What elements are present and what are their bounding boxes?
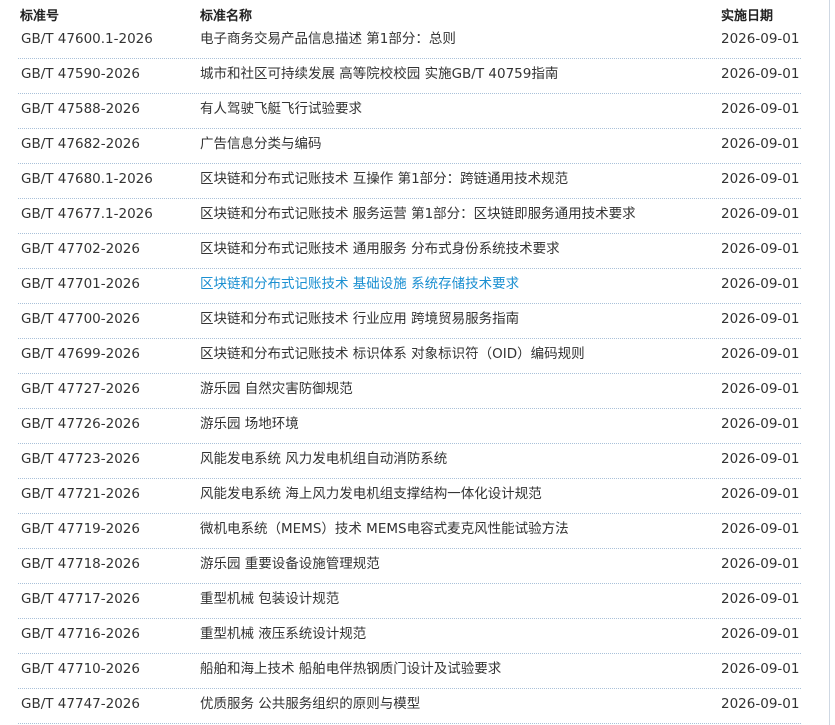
- effective-date: 2026-09-01: [721, 136, 800, 152]
- standard-code: GB/T 47677.1-2026: [21, 206, 153, 222]
- standard-code: GB/T 47588-2026: [21, 101, 140, 117]
- table-row: GB/T 47721-2026 风能发电系统 海上风力发电机组支撑结构一体化设计规…: [0, 479, 835, 514]
- effective-date: 2026-09-01: [721, 521, 800, 537]
- standards-table-body: GB/T 47600.1-2026 电子商务交易产品信息描述 第1部分：总则 202…: [0, 24, 835, 724]
- standard-name-link[interactable]: 区块链和分布式记账技术 服务运营 第1部分：区块链即服务通用技术要求: [200, 206, 636, 222]
- standard-name-link[interactable]: 电子商务交易产品信息描述 第1部分：总则: [200, 31, 456, 47]
- table-row: GB/T 47717-2026 重型机械 包装设计规范 2026-09-01: [0, 584, 835, 619]
- table-row: GB/T 47723-2026 风能发电系统 风力发电机组自动消防系统 2026-0…: [0, 444, 835, 479]
- standard-name-link[interactable]: 区块链和分布式记账技术 互操作 第1部分：跨链通用技术规范: [200, 171, 568, 187]
- standard-name-link[interactable]: 重型机械 液压系统设计规范: [200, 626, 366, 642]
- standard-name-link[interactable]: 城市和社区可持续发展 高等院校校园 实施GB/T 40759指南: [200, 66, 558, 82]
- effective-date: 2026-09-01: [721, 451, 800, 467]
- table-row: GB/T 47590-2026 城市和社区可持续发展 高等院校校园 实施GB/T …: [0, 59, 835, 94]
- effective-date: 2026-09-01: [721, 556, 800, 572]
- table-row: GB/T 47680.1-2026 区块链和分布式记账技术 互操作 第1部分：跨链…: [0, 164, 835, 199]
- effective-date: 2026-09-01: [721, 591, 800, 607]
- effective-date: 2026-09-01: [721, 101, 800, 117]
- header-effective-date: 实施日期: [721, 9, 774, 24]
- table-row: GB/T 47699-2026 区块链和分布式记账技术 标识体系 对象标识符（OI…: [0, 339, 835, 374]
- standard-name-link[interactable]: 风能发电系统 风力发电机组自动消防系统: [200, 451, 447, 467]
- standard-code: GB/T 47590-2026: [21, 66, 140, 82]
- standard-code: GB/T 47747-2026: [21, 696, 140, 712]
- standard-code: GB/T 47699-2026: [21, 346, 140, 362]
- standard-code: GB/T 47680.1-2026: [21, 171, 153, 187]
- standard-name-link[interactable]: 微机电系统（MEMS）技术 MEMS电容式麦克风性能试验方法: [200, 521, 569, 537]
- standard-name-link[interactable]: 区块链和分布式记账技术 行业应用 跨境贸易服务指南: [200, 311, 519, 327]
- effective-date: 2026-09-01: [721, 626, 800, 642]
- standard-code: GB/T 47723-2026: [21, 451, 140, 467]
- standard-code: GB/T 47702-2026: [21, 241, 140, 257]
- header-standard-code: 标准号: [20, 9, 60, 24]
- table-row: GB/T 47588-2026 有人驾驶飞艇飞行试验要求 2026-09-01: [0, 94, 835, 129]
- standard-name-link[interactable]: 游乐园 自然灾害防御规范: [200, 381, 353, 397]
- standard-code: GB/T 47710-2026: [21, 661, 140, 677]
- table-header: 标准号 标准名称 实施日期: [0, 0, 835, 24]
- table-row: GB/T 47682-2026 广告信息分类与编码 2026-09-01: [0, 129, 835, 164]
- effective-date: 2026-09-01: [721, 241, 800, 257]
- table-row: GB/T 47600.1-2026 电子商务交易产品信息描述 第1部分：总则 202…: [0, 24, 835, 59]
- standard-name-link[interactable]: 船舶和海上技术 船舶电伴热钢质门设计及试验要求: [200, 661, 501, 677]
- effective-date: 2026-09-01: [721, 696, 800, 712]
- effective-date: 2026-09-01: [721, 66, 800, 82]
- effective-date: 2026-09-01: [721, 311, 800, 327]
- effective-date: 2026-09-01: [721, 416, 800, 432]
- standard-code: GB/T 47716-2026: [21, 626, 140, 642]
- standard-name-link[interactable]: 有人驾驶飞艇飞行试验要求: [200, 101, 362, 117]
- header-standard-name: 标准名称: [200, 9, 253, 24]
- standard-code: GB/T 47717-2026: [21, 591, 140, 607]
- standards-list-panel: 标准号 标准名称 实施日期 GB/T 47600.1-2026 电子商务交易产品信…: [0, 0, 835, 725]
- table-row: GB/T 47710-2026 船舶和海上技术 船舶电伴热钢质门设计及试验要求 20…: [0, 654, 835, 689]
- table-row: GB/T 47719-2026 微机电系统（MEMS）技术 MEMS电容式麦克风性…: [0, 514, 835, 549]
- effective-date: 2026-09-01: [721, 381, 800, 397]
- effective-date: 2026-09-01: [721, 276, 800, 292]
- table-row: GB/T 47718-2026 游乐园 重要设备设施管理规范 2026-09-01: [0, 549, 835, 584]
- standard-code: GB/T 47721-2026: [21, 486, 140, 502]
- effective-date: 2026-09-01: [721, 171, 800, 187]
- table-row: GB/T 47726-2026 游乐园 场地环境 2026-09-01: [0, 409, 835, 444]
- standard-code: GB/T 47727-2026: [21, 381, 140, 397]
- effective-date: 2026-09-01: [721, 346, 800, 362]
- table-row: GB/T 47677.1-2026 区块链和分布式记账技术 服务运营 第1部分：区…: [0, 199, 835, 234]
- standard-code: GB/T 47719-2026: [21, 521, 140, 537]
- standard-name-link[interactable]: 区块链和分布式记账技术 通用服务 分布式身份系统技术要求: [200, 241, 560, 257]
- standard-code: GB/T 47600.1-2026: [21, 31, 153, 47]
- standard-code: GB/T 47718-2026: [21, 556, 140, 572]
- standard-code: GB/T 47726-2026: [21, 416, 140, 432]
- standard-name-link[interactable]: 广告信息分类与编码: [200, 136, 322, 152]
- standard-code: GB/T 47682-2026: [21, 136, 140, 152]
- effective-date: 2026-09-01: [721, 661, 800, 677]
- table-row: GB/T 47701-2026 区块链和分布式记账技术 基础设施 系统存储技术要求…: [0, 269, 835, 304]
- effective-date: 2026-09-01: [721, 486, 800, 502]
- standard-code: GB/T 47700-2026: [21, 311, 140, 327]
- table-row: GB/T 47700-2026 区块链和分布式记账技术 行业应用 跨境贸易服务指南…: [0, 304, 835, 339]
- standard-name-link[interactable]: 重型机械 包装设计规范: [200, 591, 339, 607]
- standard-name-link[interactable]: 游乐园 重要设备设施管理规范: [200, 556, 380, 572]
- standard-name-link[interactable]: 区块链和分布式记账技术 基础设施 系统存储技术要求: [200, 276, 519, 292]
- panel-border: [829, 0, 830, 725]
- standard-name-link[interactable]: 游乐园 场地环境: [200, 416, 299, 432]
- table-row: GB/T 47702-2026 区块链和分布式记账技术 通用服务 分布式身份系统技…: [0, 234, 835, 269]
- table-row: GB/T 47716-2026 重型机械 液压系统设计规范 2026-09-01: [0, 619, 835, 654]
- table-row: GB/T 47747-2026 优质服务 公共服务组织的原则与模型 2026-09-…: [0, 689, 835, 724]
- effective-date: 2026-09-01: [721, 206, 800, 222]
- standard-code: GB/T 47701-2026: [21, 276, 140, 292]
- standard-name-link[interactable]: 区块链和分布式记账技术 标识体系 对象标识符（OID）编码规则: [200, 346, 585, 362]
- table-row: GB/T 47727-2026 游乐园 自然灾害防御规范 2026-09-01: [0, 374, 835, 409]
- effective-date: 2026-09-01: [721, 31, 800, 47]
- standard-name-link[interactable]: 优质服务 公共服务组织的原则与模型: [200, 696, 420, 712]
- standard-name-link[interactable]: 风能发电系统 海上风力发电机组支撑结构一体化设计规范: [200, 486, 542, 502]
